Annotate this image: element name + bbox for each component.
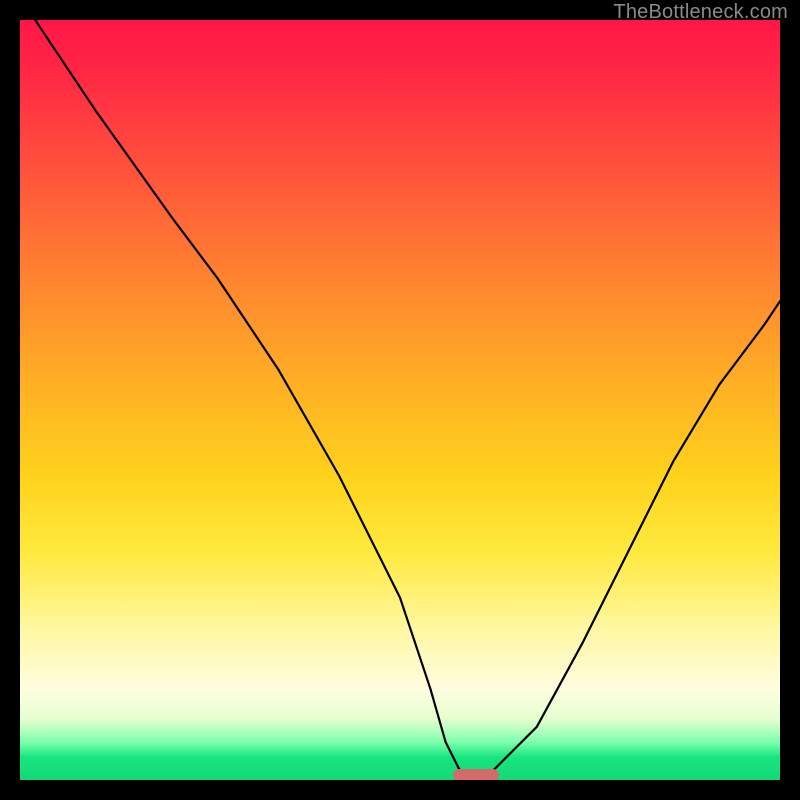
chart-frame: TheBottleneck.com <box>0 0 800 800</box>
bottleneck-curve <box>35 20 780 780</box>
curve-layer <box>20 20 780 780</box>
plot-area <box>20 20 780 780</box>
optimal-range-marker <box>453 769 499 780</box>
